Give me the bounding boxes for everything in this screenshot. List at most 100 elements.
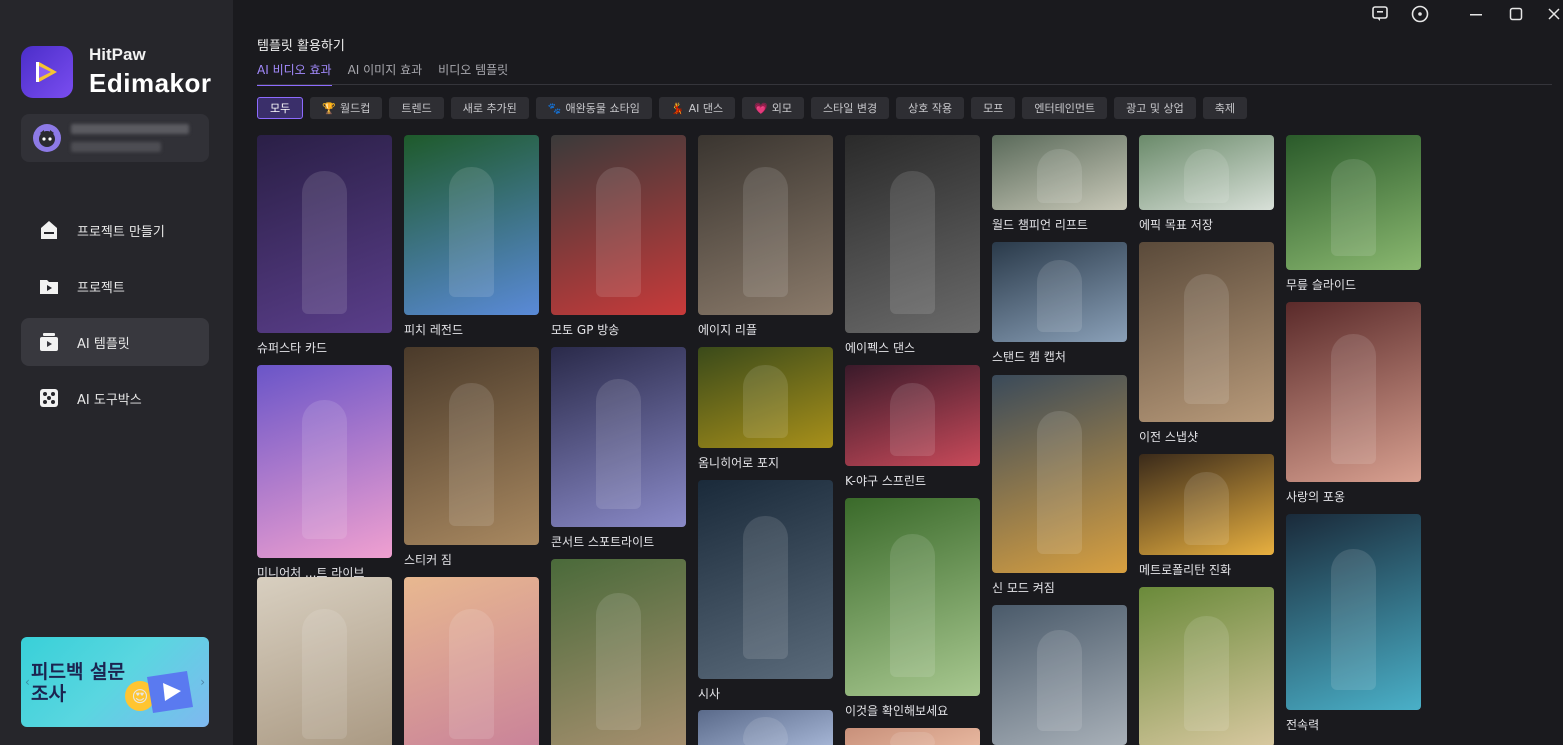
template-card[interactable]: 시사 [698,480,833,702]
template-card[interactable]: 모토 GP 방송 [551,135,686,338]
template-thumbnail [1139,135,1274,210]
maximize-icon[interactable] [1506,4,1526,24]
chip-label: 모두 [270,102,291,115]
thumbnail-figure [449,609,494,739]
template-card[interactable]: 슈퍼스타 카드 [257,135,392,356]
sidebar-item-create-project[interactable]: 프로젝트 만들기 [21,206,209,254]
thumbnail-figure [302,609,347,739]
filter-chip[interactable]: 광고 및 상업 [1114,97,1196,119]
filter-chip[interactable]: 💗 외모 [742,97,805,119]
promo-text: 피드백 설문조사 [31,661,126,705]
brand-name-bottom: Edimakor [89,68,212,98]
template-title: 피치 레전드 [404,323,464,337]
chip-label: 외모 [771,102,793,115]
template-thumbnail [845,365,980,466]
template-card[interactable]: 이것을 확인해보세요 [845,498,980,719]
brand-name-top: HitPaw [89,45,146,64]
thumbnail-figure [890,732,935,745]
template-card[interactable]: 에픽 목표 저장 [1139,135,1274,233]
template-card[interactable]: 에이펙스 댄스 [845,135,980,356]
thumbnail-figure [1331,334,1376,464]
template-card[interactable]: 이전 스냅샷 [1139,242,1274,445]
feedback-icon[interactable] [1370,4,1390,24]
close-icon[interactable] [1544,4,1563,24]
thumbnail-figure [302,400,347,539]
template-card[interactable]: 피치 레전드 [404,135,539,338]
thumbnail-figure [1037,411,1082,554]
template-card[interactable] [257,577,392,745]
template-title: 스티커 짐 [404,553,452,567]
sidebar-item-projects[interactable]: 프로젝트 [21,262,209,310]
template-card[interactable] [551,559,686,745]
template-card[interactable]: 메트로폴리탄 진화 [1139,454,1274,578]
template-card[interactable]: 스티커 짐 [404,347,539,568]
tab-ai-video-effects[interactable]: AI 비디오 효과 [257,61,332,86]
thumbnail-figure [743,717,788,745]
template-title: 이전 스냅샷 [1139,430,1199,444]
template-card[interactable]: 전속력 [1286,514,1421,733]
thumbnail-figure [890,534,935,677]
filter-chip[interactable]: 🏆 월드컵 [310,97,383,119]
category-filter-bar: 모두 🏆 월드컵 트렌드 새로 추가된 🐾 애완동물 쇼타임 💃 AI 댄스 💗 외모 스타일 변경 상… [257,97,1247,119]
template-card[interactable]: 사랑의 포옹 [1286,302,1421,505]
filter-chip[interactable]: 축제 [1202,97,1247,119]
template-card[interactable] [992,605,1127,745]
chip-label: 상호 작용 [908,102,953,115]
tab-ai-image-effects[interactable]: AI 이미지 효과 [348,61,423,86]
template-thumbnail [1286,302,1421,482]
chip-label: 애완동물 쇼타임 [565,102,640,115]
template-card[interactable]: 에이지 리플 [698,135,833,338]
template-card[interactable]: 월드 챔피언 리프트 [992,135,1127,233]
settings-icon[interactable] [1410,4,1430,24]
template-card[interactable]: 스탠드 캠 캡처 [992,242,1127,365]
template-card[interactable] [698,710,833,745]
template-thumbnail [257,365,392,558]
template-card[interactable] [404,577,539,745]
sidebar-item-ai-toolbox[interactable]: AI 도구박스 [21,374,209,422]
template-title: 시사 [698,687,721,701]
thumbnail-figure [743,516,788,659]
thumbnail-figure [1184,472,1229,545]
filter-chip[interactable]: 트렌드 [389,97,444,119]
sidebar-item-label: AI 템플릿 [77,336,130,352]
filter-chip[interactable]: 모두 [257,97,304,119]
feedback-survey-banner[interactable]: ‹ 피드백 설문조사 😍 › [21,637,209,727]
minimize-icon[interactable] [1466,4,1486,24]
filter-chip[interactable]: 💃 AI 댄스 [658,97,736,119]
user-email-redacted [71,142,161,152]
thumbnail-figure [890,171,935,314]
template-card[interactable] [845,728,980,745]
filter-chip[interactable]: 새로 추가된 [450,97,529,119]
template-title: 에이펙스 댄스 [845,341,916,355]
template-thumbnail [404,135,539,315]
template-card[interactable]: 미니어처 ...트 라이브 [257,365,392,581]
filter-chip[interactable]: 엔터테인먼트 [1022,97,1108,119]
thumbnail-figure [449,167,494,297]
template-title: 사랑의 포옹 [1286,490,1346,504]
template-thumbnail [992,375,1127,573]
template-card[interactable]: K-야구 스프린트 [845,365,980,489]
template-card[interactable]: 무릎 슬라이드 [1286,135,1421,293]
template-card[interactable]: 신 모드 켜짐 [992,375,1127,596]
chevron-right-icon[interactable]: › [200,675,205,689]
filter-chip[interactable]: 스타일 변경 [811,97,890,119]
template-card[interactable]: 콘서트 스포트라이트 [551,347,686,550]
sidebar-item-label: 프로젝트 [77,280,125,296]
chip-icon: 🐾 [547,101,562,115]
template-card[interactable]: 옴니히어로 포지 [698,347,833,471]
template-thumbnail [1139,587,1274,745]
chevron-left-icon[interactable]: ‹ [25,675,30,689]
sidebar-item-ai-templates[interactable]: AI 템플릿 [21,318,209,366]
template-card[interactable] [1139,587,1274,745]
filter-chip[interactable]: 🐾 애완동물 쇼타임 [535,97,652,119]
template-thumbnail [551,559,686,745]
user-account-card[interactable] [21,114,209,162]
filter-chip[interactable]: 상호 작용 [896,97,965,119]
edimakor-logo-icon[interactable] [21,46,73,98]
template-thumbnail [551,347,686,527]
template-thumbnail [404,577,539,745]
template-thumbnail [404,347,539,545]
tabs-divider [257,84,1552,85]
filter-chip[interactable]: 모프 [971,97,1016,119]
tab-video-templates[interactable]: 비디오 템플릿 [438,61,508,86]
